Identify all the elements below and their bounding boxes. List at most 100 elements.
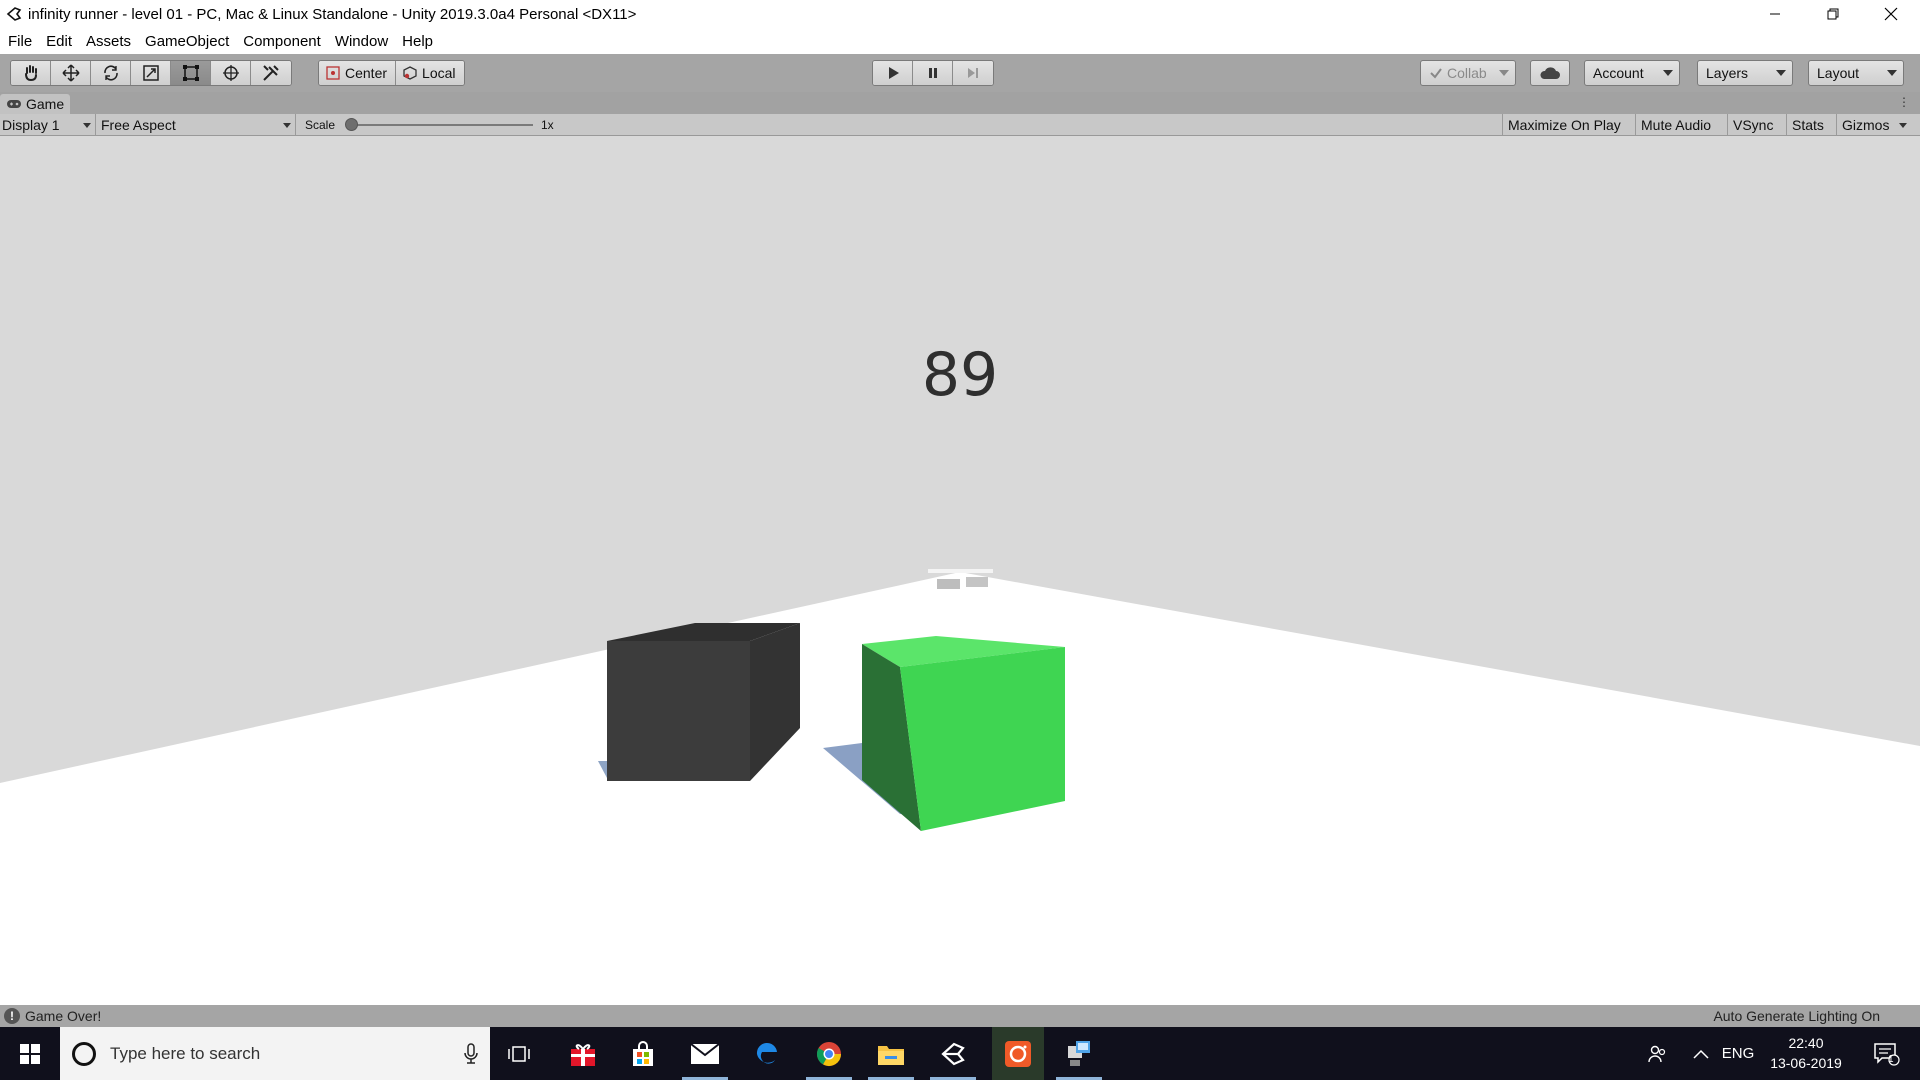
menu-assets[interactable]: Assets [80, 33, 137, 50]
menu-component[interactable]: Component [237, 33, 327, 50]
menu-help[interactable]: Help [396, 33, 439, 50]
search-placeholder: Type here to search [110, 1043, 261, 1063]
taskbar-app-explorer[interactable] [862, 1027, 920, 1080]
mute-audio-toggle[interactable]: Mute Audio [1635, 114, 1716, 136]
pause-icon [928, 68, 937, 78]
menu-window[interactable]: Window [329, 33, 394, 50]
pivot-toggles: Center Local [318, 60, 465, 86]
menu-file[interactable]: File [2, 33, 38, 50]
language-indicator[interactable]: ENG [1718, 1027, 1758, 1080]
clock-time: 22:40 [1788, 1035, 1824, 1051]
people-button[interactable] [1640, 1027, 1674, 1080]
task-view-icon [508, 1045, 530, 1062]
window-title: infinity runner - level 01 - PC, Mac & L… [28, 5, 637, 23]
gamepad-icon [7, 100, 21, 108]
vsync-toggle[interactable]: VSync [1727, 114, 1778, 136]
taskbar-app-chrome[interactable] [800, 1027, 858, 1080]
action-center-button[interactable]: 1 [1862, 1027, 1912, 1080]
check-icon [1430, 68, 1442, 79]
display-label: Display 1 [2, 117, 60, 133]
main-toolbar: Center Local Collab Account Layers Layou… [0, 54, 1920, 92]
scale-slider-thumb[interactable] [345, 118, 358, 131]
rect-icon [182, 65, 199, 81]
windows-logo-icon [20, 1043, 40, 1064]
layout-dropdown[interactable]: Layout [1808, 60, 1904, 86]
restore-button[interactable] [1804, 0, 1862, 28]
mute-audio-label: Mute Audio [1641, 117, 1712, 133]
layers-label: Layers [1706, 65, 1749, 81]
taskbar-search[interactable]: Type here to search [60, 1027, 490, 1080]
tab-game-label: Game [26, 96, 65, 112]
distant-obstacle [928, 569, 993, 573]
status-message[interactable]: Game Over! [25, 1008, 101, 1024]
minimize-button[interactable] [1746, 0, 1804, 28]
network-app-icon [1068, 1040, 1090, 1066]
start-button[interactable] [0, 1027, 60, 1080]
game-view[interactable]: 89 [0, 136, 1920, 1005]
cloud-button[interactable] [1530, 60, 1570, 86]
show-hidden-icons-button[interactable] [1684, 1027, 1718, 1080]
play-button[interactable] [873, 61, 913, 85]
pivot-center-button[interactable]: Center [319, 61, 397, 85]
step-button[interactable] [953, 61, 993, 85]
taskbar-app-camera[interactable] [992, 1027, 1044, 1080]
distant-obstacle [966, 577, 988, 587]
layers-dropdown[interactable]: Layers [1697, 60, 1793, 86]
pivot-local-label: Local [422, 65, 456, 81]
tab-game[interactable]: Game [0, 94, 71, 114]
display-dropdown[interactable]: Display 1 [0, 114, 96, 136]
chrome-icon [816, 1041, 841, 1066]
account-dropdown[interactable]: Account [1584, 60, 1680, 86]
microphone-icon[interactable] [464, 1043, 478, 1065]
tab-menu-icon[interactable]: ⋮ [1898, 95, 1910, 109]
pause-button[interactable] [913, 61, 953, 85]
taskbar-app-mail[interactable] [676, 1027, 734, 1080]
window-titlebar: infinity runner - level 01 - PC, Mac & L… [0, 0, 1920, 28]
unity-icon [941, 1042, 965, 1065]
move-icon [61, 64, 80, 82]
pivot-local-button[interactable]: Local [396, 61, 464, 85]
layout-label: Layout [1817, 65, 1860, 81]
menu-edit[interactable]: Edit [40, 33, 78, 50]
game-scene [0, 569, 1920, 1005]
close-button[interactable] [1862, 0, 1920, 28]
windows-taskbar: Type here to search ENG 22:40 13-06-2019… [0, 1027, 1920, 1080]
taskbar-app-store[interactable] [614, 1027, 672, 1080]
move-tool-button[interactable] [51, 61, 91, 85]
taskbar-app-gift[interactable] [554, 1027, 612, 1080]
custom-tool-button[interactable] [251, 61, 291, 85]
gizmos-dropdown[interactable]: Gizmos [1836, 114, 1911, 136]
scale-tool-button[interactable] [131, 61, 171, 85]
unity-logo-icon [6, 7, 22, 21]
aspect-dropdown[interactable]: Free Aspect [98, 114, 296, 136]
rect-tool-button[interactable] [171, 61, 211, 85]
pivot-center-label: Center [345, 65, 388, 81]
chevron-down-icon [1663, 70, 1673, 76]
maximize-on-play-toggle[interactable]: Maximize On Play [1502, 114, 1626, 136]
mail-icon [690, 1042, 720, 1064]
stats-toggle[interactable]: Stats [1786, 114, 1829, 136]
transform-tools [10, 60, 292, 86]
transform-tool-button[interactable] [211, 61, 251, 85]
scale-label: Scale [305, 118, 336, 132]
aspect-label: Free Aspect [101, 117, 176, 133]
taskbar-app-unity[interactable] [924, 1027, 982, 1080]
game-tab-bar: Game ⋮ [0, 92, 1920, 114]
chevron-down-icon [1499, 70, 1509, 76]
hand-icon [24, 65, 37, 82]
cloud-icon [1540, 67, 1560, 79]
score-display: 89 [921, 340, 999, 410]
rotate-tool-button[interactable] [91, 61, 131, 85]
menu-gameobject[interactable]: GameObject [139, 33, 235, 50]
taskbar-clock[interactable]: 22:40 13-06-2019 [1758, 1033, 1854, 1073]
taskbar-app-edge[interactable] [738, 1027, 796, 1080]
clock-date: 13-06-2019 [1770, 1055, 1842, 1071]
taskbar-app-network[interactable] [1050, 1027, 1108, 1080]
task-view-button[interactable] [490, 1027, 548, 1080]
lighting-status[interactable]: Auto Generate Lighting On [1713, 1008, 1880, 1024]
gift-icon [571, 1043, 595, 1066]
scale-slider-track[interactable] [350, 124, 533, 126]
hand-tool-button[interactable] [11, 61, 51, 85]
distant-obstacle [937, 579, 960, 589]
collab-dropdown[interactable]: Collab [1420, 60, 1516, 86]
